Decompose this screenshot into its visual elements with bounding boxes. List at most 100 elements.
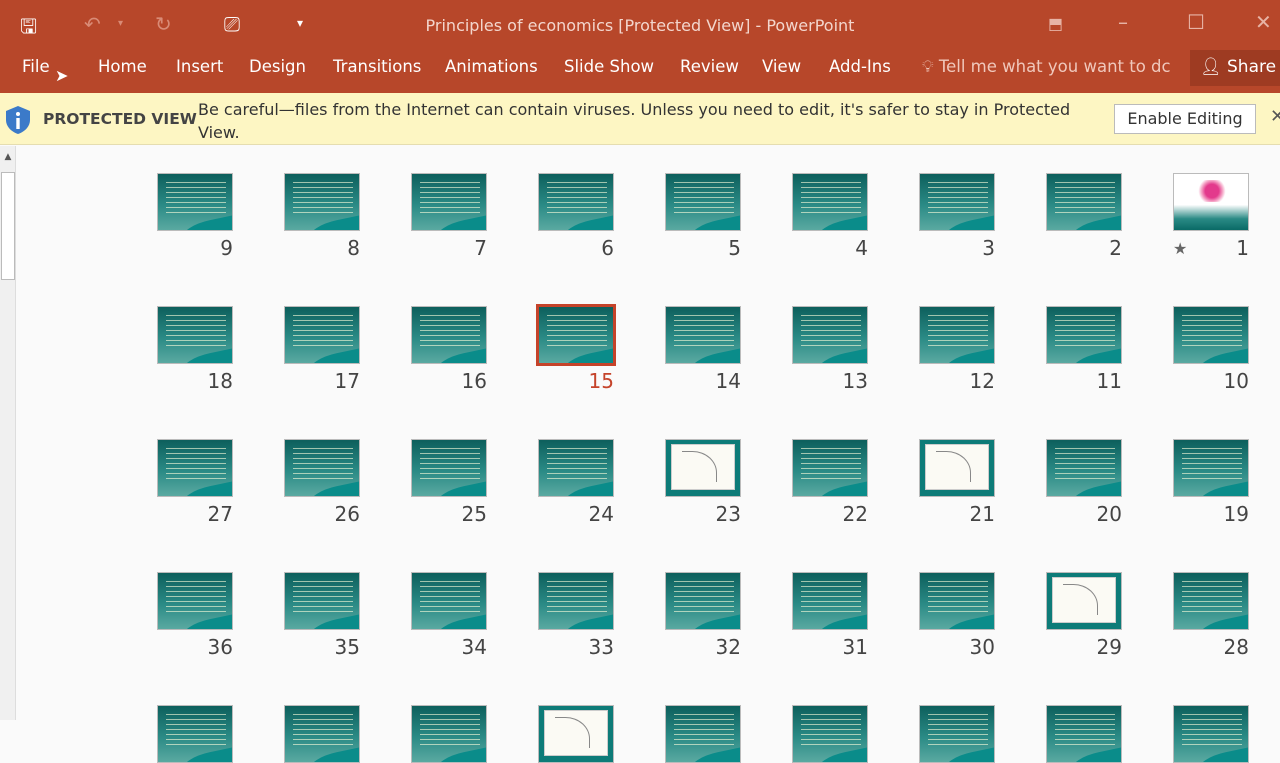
slide-thumbnail[interactable] — [538, 439, 614, 497]
scroll-up-icon[interactable]: ▲ — [0, 146, 16, 168]
slide-thumbnail[interactable] — [1173, 705, 1249, 763]
slide-thumbnail[interactable] — [1046, 173, 1122, 231]
enable-editing-button[interactable]: Enable Editing — [1114, 104, 1256, 134]
slide-thumbnail[interactable] — [1173, 173, 1249, 231]
slide-thumbnail[interactable] — [792, 439, 868, 497]
close-icon[interactable]: ✕ — [1255, 10, 1272, 34]
slide-thumbnail[interactable] — [1173, 306, 1249, 364]
slide-preview — [412, 706, 486, 762]
slide-thumbnail[interactable] — [1046, 439, 1122, 497]
slide-thumbnail[interactable] — [411, 439, 487, 497]
slide-preview — [539, 706, 613, 762]
slide-thumbnail[interactable] — [919, 173, 995, 231]
slide-thumbnail[interactable] — [665, 173, 741, 231]
slide-number: 34 — [461, 635, 487, 659]
slide-preview — [539, 573, 613, 629]
slide-number: 13 — [842, 369, 868, 393]
close-bar-icon[interactable]: ✕ — [1270, 106, 1280, 127]
slide-thumbnail[interactable] — [284, 306, 360, 364]
tell-me-search[interactable]: 💡︎ Tell me what you want to dc — [922, 57, 1171, 77]
protected-view-label: PROTECTED VIEW — [43, 110, 197, 128]
slide-thumbnail[interactable] — [411, 306, 487, 364]
tab-transitions[interactable]: Transitions — [333, 57, 421, 76]
animation-star-icon[interactable]: ★ — [1173, 239, 1187, 258]
slide-number: 26 — [334, 502, 360, 526]
slide-thumbnail[interactable] — [665, 439, 741, 497]
slide-thumbnail[interactable] — [411, 705, 487, 763]
slide-thumbnail[interactable] — [1046, 705, 1122, 763]
slide-thumbnail[interactable] — [1046, 572, 1122, 630]
slide-thumbnail[interactable] — [411, 173, 487, 231]
slide-thumbnail[interactable] — [792, 572, 868, 630]
slide-thumbnail[interactable] — [157, 173, 233, 231]
slide-preview — [1174, 706, 1248, 762]
slide-thumbnail[interactable] — [792, 705, 868, 763]
slide-thumbnail[interactable] — [157, 572, 233, 630]
slide-thumbnail[interactable] — [1046, 306, 1122, 364]
slide-number: 12 — [969, 369, 995, 393]
slide-thumbnail[interactable] — [538, 705, 614, 763]
slide-thumbnail[interactable] — [665, 306, 741, 364]
slide-thumbnail[interactable] — [284, 173, 360, 231]
share-button[interactable]: 👤︎ Share — [1190, 50, 1280, 86]
slide-thumbnail[interactable] — [919, 572, 995, 630]
protected-view-message: Be careful—files from the Internet can c… — [198, 100, 1071, 142]
slide-thumbnail[interactable] — [411, 572, 487, 630]
slide-preview — [793, 307, 867, 363]
slide-thumbnail[interactable] — [792, 173, 868, 231]
slide-thumbnail[interactable] — [1173, 439, 1249, 497]
slide-preview — [158, 174, 232, 230]
minimize-icon[interactable]: – — [1118, 10, 1128, 34]
slide-thumbnail[interactable] — [919, 705, 995, 763]
scroll-thumb[interactable] — [1, 172, 15, 280]
slide-thumbnail[interactable] — [919, 439, 995, 497]
slide-number: 32 — [715, 635, 741, 659]
slide-preview — [920, 573, 994, 629]
slide-thumbnail[interactable] — [284, 705, 360, 763]
slide-thumbnail[interactable] — [284, 439, 360, 497]
maximize-icon[interactable]: ☐ — [1187, 10, 1205, 34]
slide-preview — [666, 706, 740, 762]
vertical-scrollbar[interactable]: ▲ — [0, 146, 16, 720]
slide-preview — [793, 440, 867, 496]
slide-preview — [793, 174, 867, 230]
tab-file[interactable]: File — [22, 57, 50, 76]
slide-number: 23 — [715, 502, 741, 526]
tab-home[interactable]: Home — [98, 57, 147, 76]
tab-review[interactable]: Review — [680, 57, 739, 76]
protected-view-bar: PROTECTED VIEW Be careful—files from the… — [0, 93, 1280, 145]
slide-thumbnail[interactable] — [157, 705, 233, 763]
slide-thumbnail[interactable] — [665, 572, 741, 630]
slide-preview — [412, 307, 486, 363]
ribbon-display-icon[interactable]: ⬒ — [1048, 14, 1063, 33]
slide-thumbnail[interactable] — [536, 304, 616, 366]
slide-number: 8 — [347, 236, 360, 260]
slide-number: 4 — [855, 236, 868, 260]
slide-preview — [1047, 706, 1121, 762]
slide-number: 14 — [715, 369, 741, 393]
slide-thumbnail[interactable] — [919, 306, 995, 364]
slide-thumbnail[interactable] — [157, 306, 233, 364]
tab-slide-show[interactable]: Slide Show — [564, 57, 654, 76]
slide-thumbnail[interactable] — [157, 439, 233, 497]
tab-animations[interactable]: Animations — [445, 57, 538, 76]
tab-view[interactable]: View — [762, 57, 801, 76]
slide-preview — [285, 706, 359, 762]
slide-number: 22 — [842, 502, 868, 526]
slide-number: 18 — [207, 369, 233, 393]
slide-number: 15 — [588, 369, 614, 393]
tab-add-ins[interactable]: Add-Ins — [829, 57, 891, 76]
slide-thumbnail[interactable] — [1173, 572, 1249, 630]
tab-insert[interactable]: Insert — [176, 57, 223, 76]
slide-thumbnail[interactable] — [538, 173, 614, 231]
slide-number: 2 — [1109, 236, 1122, 260]
slide-preview — [285, 573, 359, 629]
slide-number: 27 — [207, 502, 233, 526]
slide-thumbnail[interactable] — [284, 572, 360, 630]
slide-preview — [1047, 573, 1121, 629]
slide-thumbnail[interactable] — [792, 306, 868, 364]
slide-preview — [666, 440, 740, 496]
tab-design[interactable]: Design — [249, 57, 306, 76]
slide-thumbnail[interactable] — [665, 705, 741, 763]
slide-thumbnail[interactable] — [538, 572, 614, 630]
